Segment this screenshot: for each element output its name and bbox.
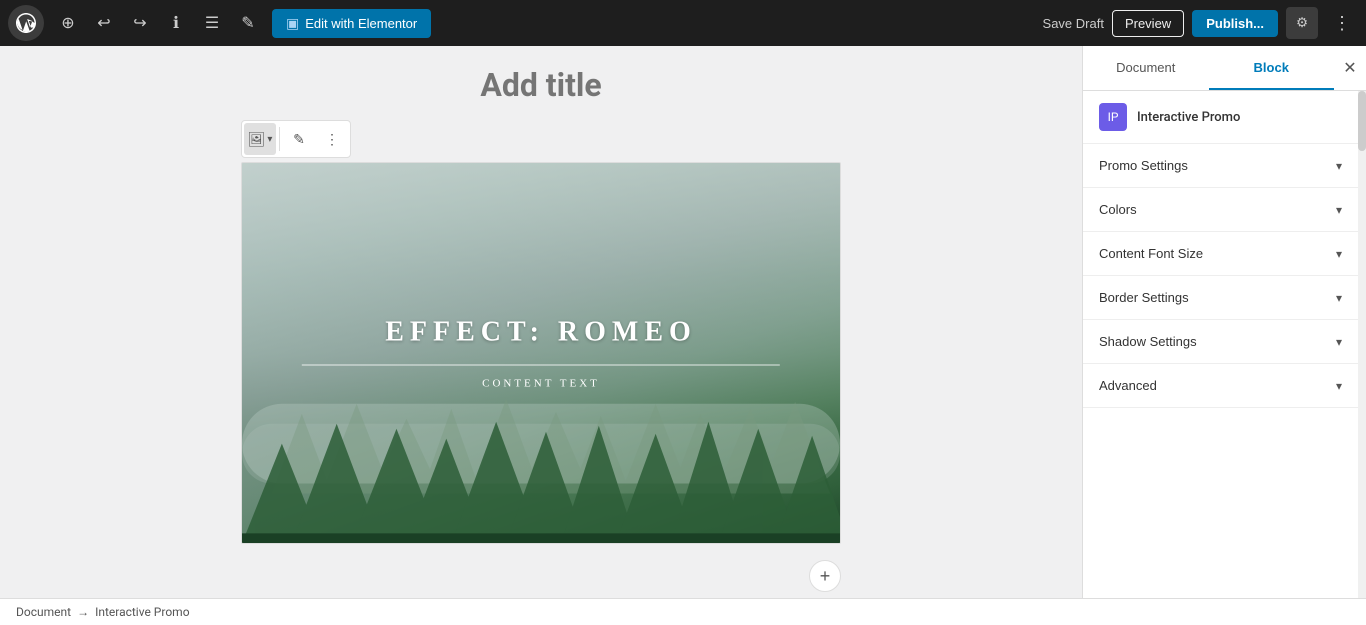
accordion-item-colors: Colors ▾ xyxy=(1083,188,1358,232)
promo-divider xyxy=(302,365,780,366)
accordion-item-shadow-settings: Shadow Settings ▾ xyxy=(1083,320,1358,364)
breadcrumb-bar: Document → Interactive Promo xyxy=(0,598,1366,625)
preview-button[interactable]: Preview xyxy=(1112,10,1184,37)
accordion-header-advanced[interactable]: Advanced ▾ xyxy=(1083,364,1358,407)
tools-btn[interactable]: ✎ xyxy=(232,7,264,39)
breadcrumb-document[interactable]: Document xyxy=(16,605,71,619)
plugin-icon-text: IP xyxy=(1108,110,1119,124)
pencil-icon: ✎ xyxy=(241,13,254,33)
toolbar-right: Save Draft Preview Publish... ⚙ ⋮ xyxy=(1043,7,1358,39)
sidebar-close-button[interactable]: ✕ xyxy=(1334,46,1366,90)
info-btn[interactable]: ℹ xyxy=(160,7,192,39)
breadcrumb-arrow: → xyxy=(77,605,89,619)
accordion-header-border-settings[interactable]: Border Settings ▾ xyxy=(1083,276,1358,319)
sidebar-tabs: Document Block ✕ xyxy=(1083,46,1366,91)
main-toolbar: ⊕ ↩ ↪ ℹ ☰ ✎ ▣ Edit with Elementor Save D… xyxy=(0,0,1366,46)
tab-document[interactable]: Document xyxy=(1083,46,1209,90)
accordion-label-border-settings: Border Settings xyxy=(1099,290,1189,305)
promo-content-text: CONTENT TEXT xyxy=(302,378,780,390)
edit-elementor-button[interactable]: ▣ Edit with Elementor xyxy=(272,9,431,38)
more-icon: ⋮ xyxy=(1333,13,1351,34)
promo-image: EFFECT: ROMEO CONTENT TEXT xyxy=(242,163,840,543)
save-draft-button[interactable]: Save Draft xyxy=(1043,16,1104,31)
undo-icon: ↩ xyxy=(97,13,110,33)
accordion-label-content-font-size: Content Font Size xyxy=(1099,246,1203,261)
block-edit-btn[interactable]: ✎ xyxy=(283,123,315,155)
image-icon: 🖼 xyxy=(248,131,266,148)
plugin-icon-row: IP Interactive Promo xyxy=(1083,91,1358,144)
promo-block-wrapper: 🖼 ▾ ✎ ⋮ xyxy=(241,120,841,544)
block-image-btn[interactable]: 🖼 ▾ xyxy=(244,123,276,155)
plus-icon: ⊕ xyxy=(61,13,74,33)
right-sidebar: Document Block ✕ IP Interactive Promo Pr… xyxy=(1082,46,1366,598)
accordion-header-shadow-settings[interactable]: Shadow Settings ▾ xyxy=(1083,320,1358,363)
more-options-button[interactable]: ⋮ xyxy=(1326,7,1358,39)
sidebar-scroll-thumb[interactable] xyxy=(1358,91,1366,151)
editor-canvas: 🖼 ▾ ✎ ⋮ xyxy=(0,46,1082,598)
publish-button[interactable]: Publish... xyxy=(1192,10,1278,37)
block-toolbar-separator xyxy=(279,127,280,151)
promo-block[interactable]: EFFECT: ROMEO CONTENT TEXT xyxy=(241,162,841,544)
close-icon: ✕ xyxy=(1343,58,1356,78)
sidebar-content: IP Interactive Promo Promo Settings ▾ Co… xyxy=(1083,91,1358,598)
edit-elementor-label: Edit with Elementor xyxy=(305,16,417,31)
accordion-item-promo-settings: Promo Settings ▾ xyxy=(1083,144,1358,188)
undo-btn[interactable]: ↩ xyxy=(88,7,120,39)
chevron-down-icon-border: ▾ xyxy=(1336,291,1342,305)
sidebar-scroll-track[interactable] xyxy=(1358,91,1366,598)
accordion-label-promo-settings: Promo Settings xyxy=(1099,158,1188,173)
tab-block[interactable]: Block xyxy=(1209,46,1335,90)
edit-icon: ✎ xyxy=(293,131,305,148)
chevron-down-icon-colors: ▾ xyxy=(1336,203,1342,217)
accordion-header-content-font-size[interactable]: Content Font Size ▾ xyxy=(1083,232,1358,275)
settings-button[interactable]: ⚙ xyxy=(1286,7,1318,39)
info-icon: ℹ xyxy=(173,13,179,33)
list-icon: ☰ xyxy=(205,13,219,33)
breadcrumb-current: Interactive Promo xyxy=(95,605,189,619)
block-toolbar: 🖼 ▾ ✎ ⋮ xyxy=(241,120,351,158)
elementor-icon: ▣ xyxy=(286,15,299,32)
chevron-down-icon-shadow: ▾ xyxy=(1336,335,1342,349)
main-area: 🖼 ▾ ✎ ⋮ xyxy=(0,46,1366,598)
accordion-header-colors[interactable]: Colors ▾ xyxy=(1083,188,1358,231)
add-block-button[interactable]: + xyxy=(809,560,841,592)
accordion-label-shadow-settings: Shadow Settings xyxy=(1099,334,1197,349)
accordion-label-colors: Colors xyxy=(1099,202,1137,217)
chevron-down-icon-promo: ▾ xyxy=(1336,159,1342,173)
promo-content: EFFECT: ROMEO CONTENT TEXT xyxy=(302,317,780,390)
chevron-down-icon-content-font: ▾ xyxy=(1336,247,1342,261)
dropdown-arrow-icon: ▾ xyxy=(267,134,272,145)
plugin-name: Interactive Promo xyxy=(1137,110,1240,125)
block-more-btn[interactable]: ⋮ xyxy=(316,123,348,155)
block-controls-row: 🖼 ▾ ✎ ⋮ xyxy=(241,120,841,162)
settings-icon: ⚙ xyxy=(1296,15,1308,31)
redo-btn[interactable]: ↪ xyxy=(124,7,156,39)
wp-logo[interactable] xyxy=(8,5,44,41)
accordion-item-border-settings: Border Settings ▾ xyxy=(1083,276,1358,320)
add-icon: + xyxy=(820,566,831,587)
list-view-btn[interactable]: ☰ xyxy=(196,7,228,39)
more-options-icon: ⋮ xyxy=(325,131,339,148)
accordion-header-promo-settings[interactable]: Promo Settings ▾ xyxy=(1083,144,1358,187)
sidebar-with-scroll: IP Interactive Promo Promo Settings ▾ Co… xyxy=(1083,91,1366,598)
accordion-item-advanced: Advanced ▾ xyxy=(1083,364,1358,408)
chevron-down-icon-advanced: ▾ xyxy=(1336,379,1342,393)
accordion-label-advanced: Advanced xyxy=(1099,378,1157,393)
add-block-row: + xyxy=(241,560,841,592)
redo-icon: ↪ xyxy=(133,13,146,33)
add-block-toolbar-btn[interactable]: ⊕ xyxy=(52,7,84,39)
page-title-input[interactable] xyxy=(40,66,1042,104)
plugin-icon: IP xyxy=(1099,103,1127,131)
accordion-item-content-font-size: Content Font Size ▾ xyxy=(1083,232,1358,276)
promo-effect-title: EFFECT: ROMEO xyxy=(302,317,780,349)
